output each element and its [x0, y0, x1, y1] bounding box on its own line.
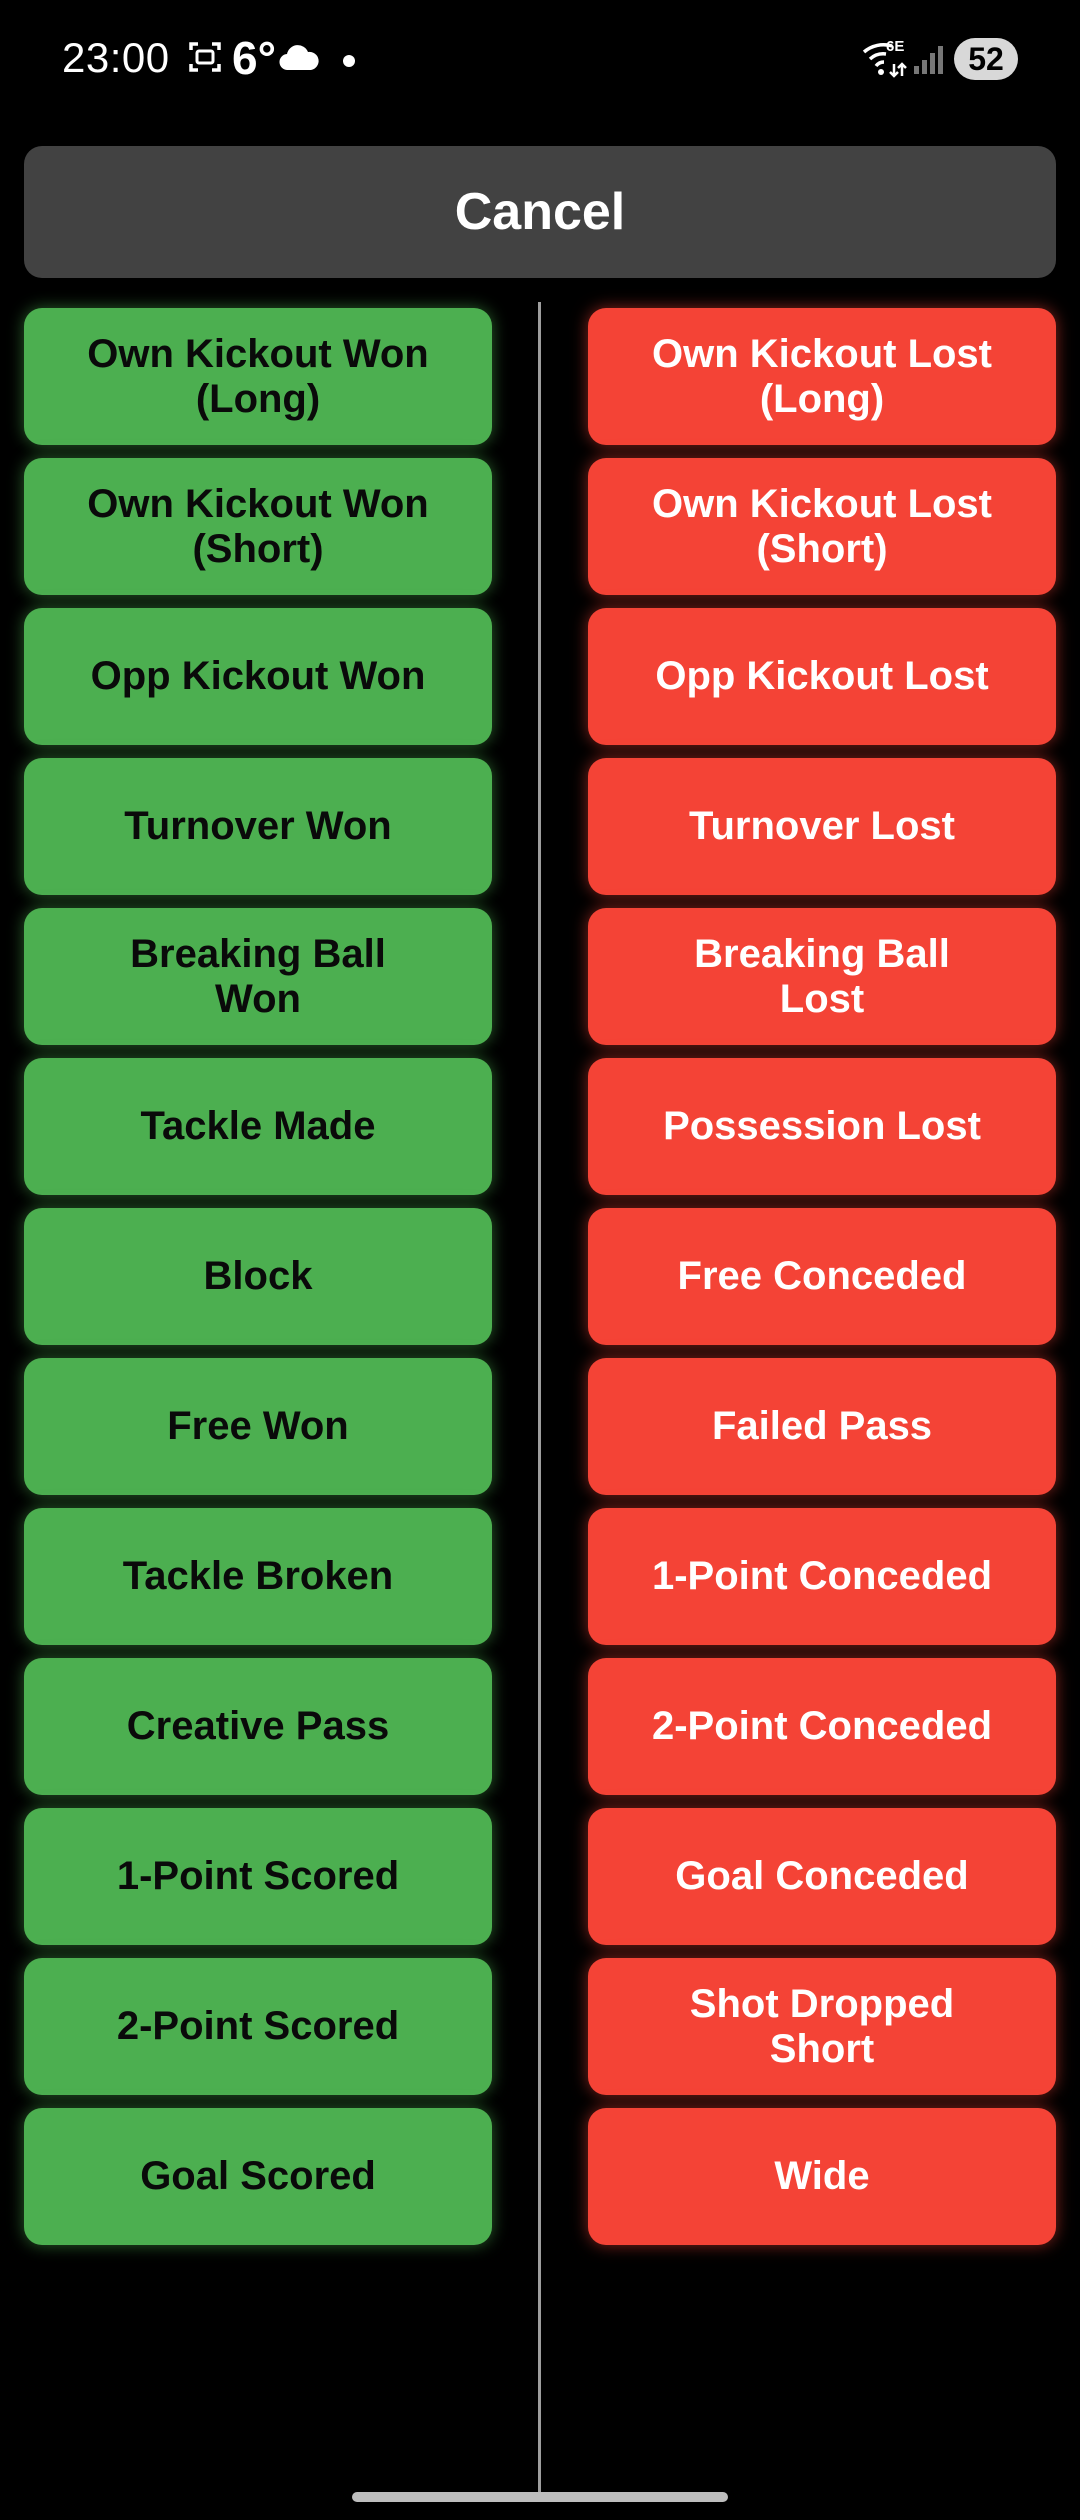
- breaking-ball-lost-button[interactable]: Breaking Ball Lost: [588, 908, 1056, 1045]
- block-button[interactable]: Block: [24, 1208, 492, 1345]
- possession-lost-button[interactable]: Possession Lost: [588, 1058, 1056, 1195]
- notification-dot-icon: [343, 55, 355, 67]
- opp-kickout-lost-button[interactable]: Opp Kickout Lost: [588, 608, 1056, 745]
- own-kickout-won-short-button[interactable]: Own Kickout Won (Short): [24, 458, 492, 595]
- home-indicator[interactable]: [352, 2492, 728, 2502]
- opp-kickout-won-button[interactable]: Opp Kickout Won: [24, 608, 492, 745]
- creative-pass-button[interactable]: Creative Pass: [24, 1658, 492, 1795]
- tackle-broken-button[interactable]: Tackle Broken: [24, 1508, 492, 1645]
- screenshot-icon: [189, 42, 221, 72]
- breaking-ball-won-button[interactable]: Breaking Ball Won: [24, 908, 492, 1045]
- free-won-button[interactable]: Free Won: [24, 1358, 492, 1495]
- cancel-button[interactable]: Cancel: [24, 146, 1056, 278]
- two-point-scored-button[interactable]: 2-Point Scored: [24, 1958, 492, 2095]
- failed-pass-button[interactable]: Failed Pass: [588, 1358, 1056, 1495]
- signal-icon: [914, 46, 943, 74]
- turnover-lost-button[interactable]: Turnover Lost: [588, 758, 1056, 895]
- shot-dropped-short-button[interactable]: Shot Dropped Short: [588, 1958, 1056, 2095]
- goal-conceded-button[interactable]: Goal Conceded: [588, 1808, 1056, 1945]
- wide-button[interactable]: Wide: [588, 2108, 1056, 2245]
- status-time: 23:00: [62, 34, 170, 81]
- turnover-won-button[interactable]: Turnover Won: [24, 758, 492, 895]
- goal-scored-button[interactable]: Goal Scored: [24, 2108, 492, 2245]
- own-kickout-lost-long-button[interactable]: Own Kickout Lost (Long): [588, 308, 1056, 445]
- own-kickout-lost-short-button[interactable]: Own Kickout Lost (Short): [588, 458, 1056, 595]
- free-conceded-button[interactable]: Free Conceded: [588, 1208, 1056, 1345]
- tackle-made-button[interactable]: Tackle Made: [24, 1058, 492, 1195]
- two-point-conceded-button[interactable]: 2-Point Conceded: [588, 1658, 1056, 1795]
- cloud-icon: [279, 45, 319, 71]
- column-divider: [538, 302, 541, 2502]
- wifi-label: 6E: [886, 38, 905, 55]
- status-bar: 23:00 6° 6E 52: [0, 0, 1080, 120]
- own-kickout-won-long-button[interactable]: Own Kickout Won (Long): [24, 308, 492, 445]
- one-point-conceded-button[interactable]: 1-Point Conceded: [588, 1508, 1056, 1645]
- battery-icon: 52: [954, 38, 1018, 80]
- status-temperature: 6°: [232, 32, 276, 84]
- one-point-scored-button[interactable]: 1-Point Scored: [24, 1808, 492, 1945]
